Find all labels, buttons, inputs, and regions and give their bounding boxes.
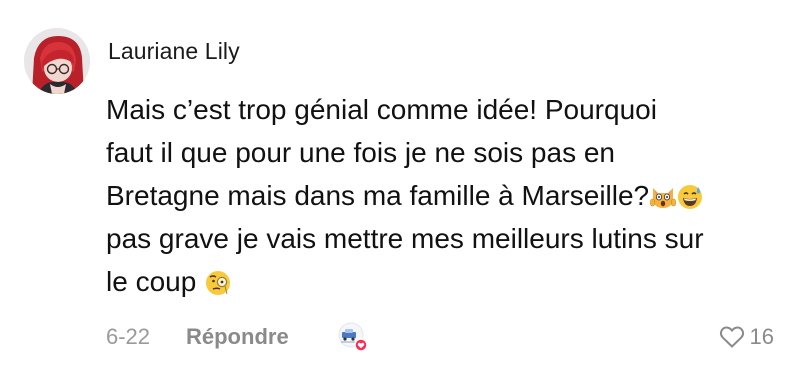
screaming-cat-emoji	[650, 188, 676, 208]
reply-button[interactable]: Répondre	[186, 324, 289, 350]
comment-line-with-emoji: le coup	[106, 260, 786, 303]
comment-line-text: Bretagne mais dans ma famille à Marseill…	[106, 180, 650, 211]
comment-line-text: le coup	[106, 266, 197, 297]
comment-line: pas grave je vais mettre mes meilleurs l…	[106, 223, 704, 254]
creator-avatar-icon	[338, 322, 368, 352]
avatar[interactable]	[24, 28, 90, 94]
comment-line: Mais c’est trop génial comme idée! Pourq…	[106, 94, 657, 125]
comment-line-with-emoji: Bretagne mais dans ma famille à Marseill…	[106, 174, 786, 217]
comment-date: 6-22	[106, 324, 151, 349]
avatar-image	[24, 28, 90, 94]
grinning-sweat-emoji	[678, 185, 703, 209]
like-count: 16	[749, 324, 774, 349]
comment-line: faut il que pour une fois je ne sois pas…	[106, 137, 616, 168]
heart-outline-icon	[719, 326, 744, 348]
like-button[interactable]: 16	[719, 321, 774, 353]
comment-footer: 6-22 Répondre 16	[106, 321, 776, 353]
creator-liked-badge	[338, 321, 368, 353]
comment-item: Lauriane Lily Mais c’est trop génial com…	[0, 0, 800, 372]
comment-text: Mais c’est trop génial comme idée! Pourq…	[106, 88, 786, 303]
comment-username[interactable]: Lauriane Lily	[108, 38, 240, 65]
monocle-face-emoji	[206, 271, 231, 295]
